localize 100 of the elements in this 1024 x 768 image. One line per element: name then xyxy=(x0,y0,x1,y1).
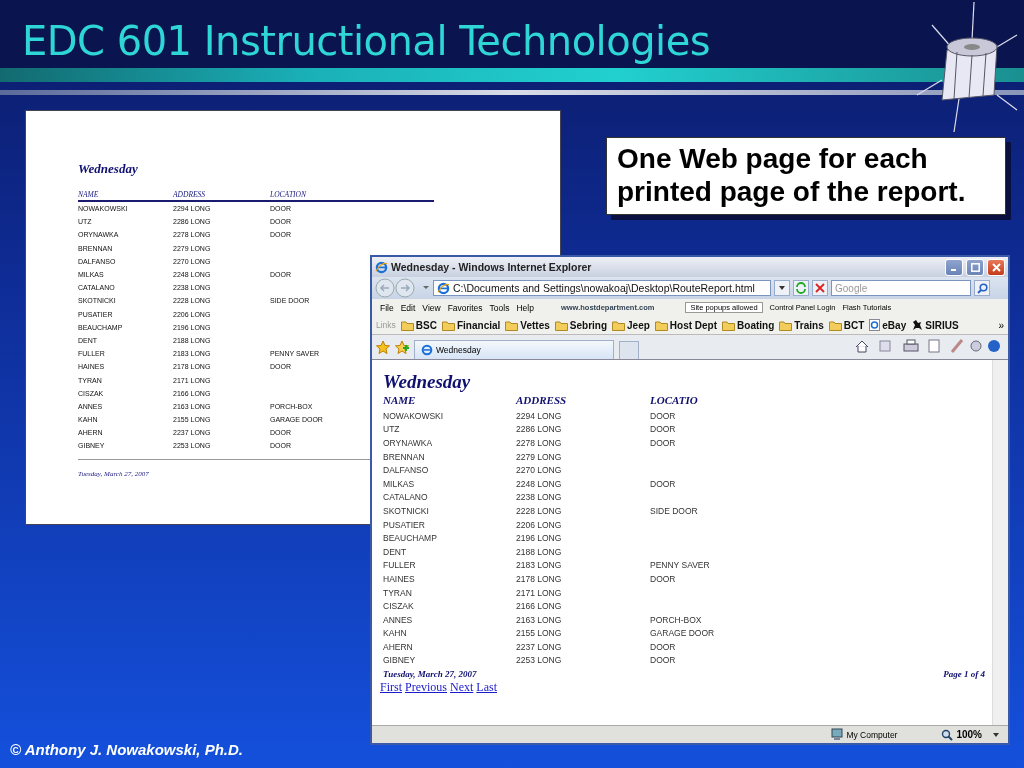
page-icon xyxy=(437,281,450,295)
page-number: Page 1 of 4 xyxy=(943,669,985,680)
table-cell: BEAUCHAMP xyxy=(383,533,437,544)
table-cell: DALFANSO xyxy=(383,465,429,476)
table-cell: 2278 LONG xyxy=(516,438,562,448)
stop-button[interactable] xyxy=(812,280,828,296)
caret-icon[interactable] xyxy=(422,285,430,291)
browser-tab[interactable]: Wednesday xyxy=(414,340,614,359)
caret-icon[interactable] xyxy=(992,731,1000,738)
table-cell: KAHN xyxy=(383,628,407,639)
table-cell: TYRAN xyxy=(383,587,412,598)
table-cell: HAINES xyxy=(383,573,415,584)
table-cell: PENNY SAVER xyxy=(650,560,710,571)
table-cell: ANNES xyxy=(383,614,413,625)
table-cell: DOOR xyxy=(650,641,676,652)
search-icon xyxy=(976,282,988,294)
pager-link[interactable]: Next xyxy=(450,680,474,696)
folder-icon xyxy=(441,319,455,331)
maximize-button[interactable] xyxy=(966,258,984,276)
folder-icon xyxy=(612,319,626,331)
folder-icon xyxy=(828,319,842,331)
zoom-button[interactable]: 100% xyxy=(941,728,982,741)
table-cell: AHERN xyxy=(383,641,413,652)
menu-item[interactable]: File xyxy=(380,302,394,313)
favorite-link[interactable]: Sebring xyxy=(554,319,608,331)
table-cell: 2163 LONG xyxy=(516,614,562,625)
table-cell: SKOTNICKI xyxy=(383,505,429,516)
table-cell: 2286 LONG xyxy=(516,424,562,435)
refresh-icon xyxy=(795,282,807,294)
caret-icon xyxy=(778,285,786,291)
table-cell: 2253 LONG xyxy=(516,655,562,666)
star-icon[interactable] xyxy=(376,340,390,354)
folder-icon xyxy=(722,319,736,331)
search-field[interactable]: Google xyxy=(831,280,971,296)
favorite-link[interactable]: SIRIUS xyxy=(911,319,959,331)
table-cell: DOOR xyxy=(650,478,676,489)
pager-link[interactable]: First xyxy=(380,680,402,696)
table-cell: 2248 LONG xyxy=(516,478,562,489)
maximize-icon xyxy=(970,262,980,272)
table-cell: BRENNAN xyxy=(383,451,425,462)
table-cell: FULLER xyxy=(383,560,416,571)
address-text: C:\Documents and Settings\nowakoaj\Desktop\RouteReport.html xyxy=(453,282,755,294)
folder-icon xyxy=(505,319,519,331)
close-button[interactable] xyxy=(987,258,1005,276)
slide-title: EDC 601 Instructional Technologies xyxy=(21,18,711,64)
table-cell: DOOR xyxy=(650,438,676,448)
search-button[interactable] xyxy=(974,280,990,296)
menu-item[interactable]: View xyxy=(422,302,441,313)
table-cell: SIDE DOOR xyxy=(650,505,698,516)
table-cell: GIBNEY xyxy=(383,655,416,666)
table-cell: GARAGE DOOR xyxy=(650,628,715,639)
dog-icon xyxy=(911,319,924,331)
table-cell: 2206 LONG xyxy=(516,519,562,530)
table-cell: DOOR xyxy=(650,573,676,584)
menu-item[interactable]: Favorites xyxy=(447,302,483,313)
page-heading: Wednesday xyxy=(383,372,472,392)
table-cell: 2294 LONG xyxy=(516,410,562,421)
magnifier-icon xyxy=(941,728,954,741)
menu-item[interactable]: Help xyxy=(516,302,534,313)
favorite-link[interactable]: Boating xyxy=(722,319,775,331)
table-cell: DENT xyxy=(383,546,407,557)
address-field[interactable]: C:\Documents and Settings\nowakoaj\Desktop\RouteReport.html xyxy=(433,280,771,296)
favorite-link[interactable]: eBay xyxy=(869,319,907,331)
minimize-button[interactable] xyxy=(945,258,963,276)
column-header: LOCATIO xyxy=(650,394,698,406)
favorite-link[interactable]: Jeep xyxy=(612,319,650,331)
table-cell: DOOR xyxy=(650,424,676,435)
folder-icon xyxy=(654,319,668,331)
table-cell: 2238 LONG xyxy=(516,492,562,503)
add-favorite-icon[interactable] xyxy=(395,340,409,354)
favorite-link[interactable]: Financial xyxy=(441,319,501,331)
table-cell: 2279 LONG xyxy=(516,451,562,462)
scrollbar[interactable] xyxy=(992,360,1008,725)
menu-item[interactable]: Tools xyxy=(489,302,510,313)
pager-link[interactable]: Last xyxy=(476,680,497,696)
more-links-button[interactable]: » xyxy=(998,319,1004,331)
table-cell: MILKAS xyxy=(383,478,415,489)
copyright-text: © Anthony J. Nowakowski, Ph.D. xyxy=(10,741,244,758)
favorite-link[interactable]: Trains xyxy=(779,319,824,331)
table-cell: 2270 LONG xyxy=(516,465,562,476)
browser-logo-icon xyxy=(375,260,388,274)
dropdown-button[interactable] xyxy=(774,280,790,296)
menu-item[interactable]: Edit xyxy=(400,302,416,313)
table-cell: PUSATIER xyxy=(383,519,425,530)
table-cell: ORYNAWKA xyxy=(383,438,433,448)
report-date: Tuesday, March 27, 2007 xyxy=(383,669,477,680)
table-cell: 2183 LONG xyxy=(516,560,562,571)
table-cell: 2188 LONG xyxy=(516,546,562,557)
favorite-link[interactable]: Host Dept xyxy=(654,319,718,331)
security-zone: My Computer xyxy=(831,728,932,741)
table-cell: 2155 LONG xyxy=(516,628,562,639)
links-label: Links xyxy=(376,320,396,330)
column-header: NAME xyxy=(383,394,416,406)
pager-link[interactable]: Previous xyxy=(405,680,447,696)
favorite-link[interactable]: Vettes xyxy=(505,319,550,331)
table-cell: PORCH-BOX xyxy=(650,614,702,625)
close-icon xyxy=(991,262,1001,272)
favorite-link[interactable]: BSC xyxy=(400,319,437,331)
favorite-link[interactable]: BCT xyxy=(828,319,865,331)
folder-icon xyxy=(779,319,793,331)
